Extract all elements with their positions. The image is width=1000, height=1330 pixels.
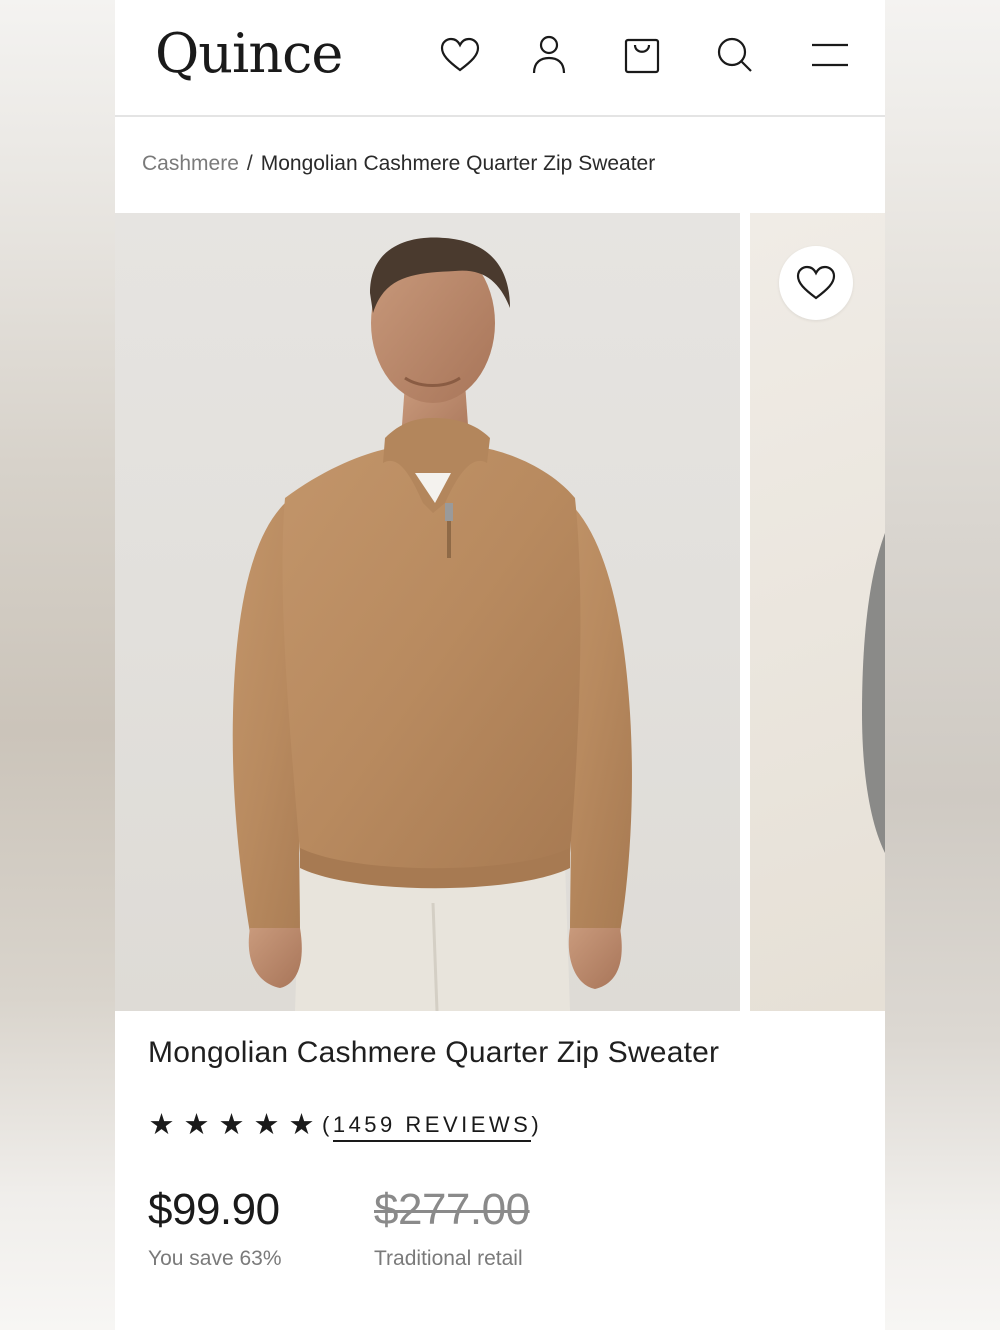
add-to-wishlist-button[interactable] <box>779 246 853 320</box>
star-rating: ★ ★ ★ ★ ★ <box>145 1108 318 1141</box>
search-icon[interactable] <box>710 30 760 80</box>
sale-price: $99.90 <box>148 1185 280 1234</box>
reviews-link[interactable]: 1459 REVIEWS <box>332 1112 532 1142</box>
backdrop-right <box>885 0 1000 1330</box>
breadcrumb-parent-link[interactable]: Cashmere <box>142 152 239 175</box>
brand-logo[interactable]: Quince <box>155 22 343 85</box>
site-header: Quince <box>115 0 885 117</box>
next-image-illustration <box>862 533 885 853</box>
star-icon: ★ <box>218 1108 245 1141</box>
product-image-next[interactable] <box>750 213 885 1011</box>
savings-text: You save 63% <box>148 1247 282 1270</box>
wishlist-heart-icon[interactable] <box>435 30 485 80</box>
retail-block: $277.00 Traditional retail <box>374 1185 530 1271</box>
price-block: $99.90 You save 63% <box>148 1185 282 1271</box>
star-icon: ★ <box>253 1108 280 1141</box>
breadcrumb-current: Mongolian Cashmere Quarter Zip Sweater <box>260 152 656 175</box>
menu-icon[interactable] <box>805 30 855 80</box>
model-illustration <box>232 237 632 1011</box>
retail-price: $277.00 <box>374 1185 530 1234</box>
star-icon: ★ <box>183 1108 210 1141</box>
paren-open: ( <box>322 1112 333 1137</box>
paren-close: ) <box>531 1112 543 1137</box>
backdrop-left <box>0 0 115 1330</box>
product-title: Mongolian Cashmere Quarter Zip Sweater <box>148 1036 720 1069</box>
heart-outline-icon <box>796 265 836 300</box>
reviews-count: (1459 REVIEWS) <box>322 1112 543 1142</box>
shopping-bag-icon[interactable] <box>617 30 667 80</box>
star-icon: ★ <box>148 1108 175 1141</box>
star-icon: ★ <box>288 1108 315 1141</box>
account-icon[interactable] <box>524 30 574 80</box>
product-page: Quince Cashmere / Mongolian Cashmere Quart… <box>115 0 885 1330</box>
breadcrumb: Cashmere / Mongolian Cashmere Quarter Zip … <box>142 152 655 176</box>
product-gallery[interactable] <box>115 213 885 1011</box>
breadcrumb-separator: / <box>246 152 253 175</box>
product-image-main[interactable] <box>115 213 740 1011</box>
rating-row: ★ ★ ★ ★ ★ (1459 REVIEWS) <box>145 1108 542 1142</box>
retail-label: Traditional retail <box>374 1247 523 1270</box>
